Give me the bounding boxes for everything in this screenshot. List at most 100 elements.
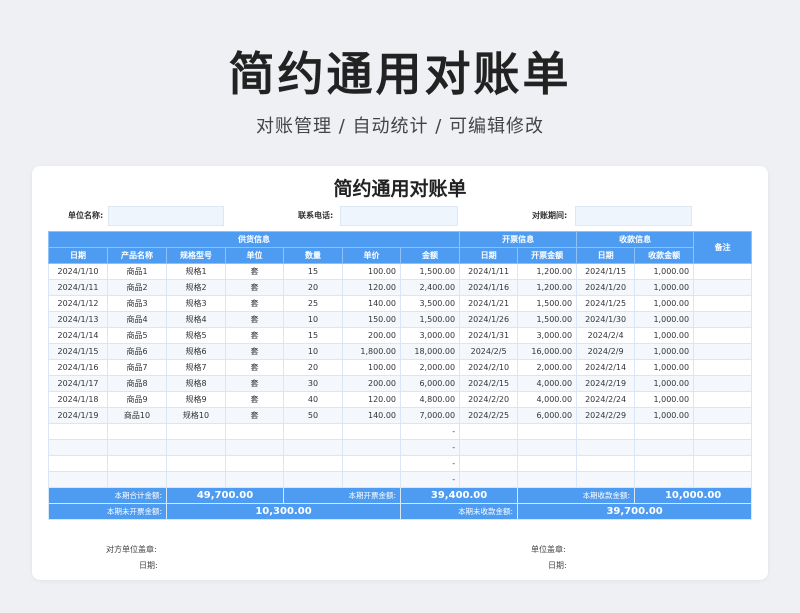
table-cell[interactable] bbox=[342, 455, 401, 472]
table-cell[interactable]: 2024/2/24 bbox=[576, 391, 636, 408]
table-cell[interactable]: 30 bbox=[283, 375, 343, 392]
remark-cell[interactable] bbox=[693, 455, 753, 472]
table-cell[interactable]: 套 bbox=[225, 295, 284, 312]
table-cell[interactable]: 套 bbox=[225, 375, 284, 392]
table-cell[interactable]: 1,000.00 bbox=[634, 343, 695, 360]
period-field[interactable] bbox=[575, 206, 692, 226]
table-cell[interactable]: 规格6 bbox=[166, 343, 226, 360]
table-cell[interactable]: 10 bbox=[283, 311, 343, 328]
table-cell[interactable]: 25 bbox=[283, 295, 343, 312]
table-cell[interactable]: 7,000.00 bbox=[399, 407, 461, 424]
table-cell[interactable] bbox=[107, 423, 167, 440]
table-cell[interactable]: 100.00 bbox=[342, 359, 401, 376]
table-cell[interactable]: 2,400.00 bbox=[399, 279, 461, 296]
remark-cell[interactable] bbox=[693, 471, 753, 488]
table-cell[interactable] bbox=[634, 471, 695, 488]
table-cell[interactable]: 2024/2/25 bbox=[459, 407, 519, 424]
table-cell[interactable]: 2,000.00 bbox=[517, 359, 578, 376]
table-cell[interactable] bbox=[48, 423, 108, 440]
table-cell[interactable]: 10 bbox=[283, 343, 343, 360]
table-cell[interactable]: 1,000.00 bbox=[634, 311, 695, 328]
table-cell[interactable] bbox=[517, 455, 578, 472]
table-cell[interactable] bbox=[576, 423, 636, 440]
table-cell[interactable]: 2024/1/21 bbox=[459, 295, 519, 312]
table-cell[interactable]: 1,000.00 bbox=[634, 263, 695, 280]
table-cell[interactable]: 商品1 bbox=[107, 263, 167, 280]
table-cell[interactable]: - bbox=[399, 423, 461, 440]
table-cell[interactable]: 商品9 bbox=[107, 391, 167, 408]
table-cell[interactable]: 1,200.00 bbox=[517, 263, 578, 280]
table-cell[interactable]: 规格2 bbox=[166, 279, 226, 296]
table-cell[interactable] bbox=[283, 423, 343, 440]
table-cell[interactable]: 1,000.00 bbox=[634, 295, 695, 312]
table-cell[interactable]: 2024/1/13 bbox=[48, 311, 108, 328]
table-cell[interactable]: 规格10 bbox=[166, 407, 226, 424]
table-cell[interactable]: 2024/2/20 bbox=[459, 391, 519, 408]
table-cell[interactable] bbox=[225, 455, 284, 472]
table-cell[interactable]: 1,500.00 bbox=[517, 311, 578, 328]
table-cell[interactable] bbox=[342, 423, 401, 440]
table-cell[interactable]: 2024/2/29 bbox=[576, 407, 636, 424]
table-cell[interactable]: 1,000.00 bbox=[634, 279, 695, 296]
table-cell[interactable]: 15 bbox=[283, 263, 343, 280]
table-cell[interactable]: 商品3 bbox=[107, 295, 167, 312]
table-cell[interactable]: 120.00 bbox=[342, 279, 401, 296]
table-cell[interactable]: 2024/1/20 bbox=[576, 279, 636, 296]
table-cell[interactable]: 1,500.00 bbox=[399, 263, 461, 280]
table-cell[interactable]: 1,500.00 bbox=[517, 295, 578, 312]
table-cell[interactable] bbox=[225, 423, 284, 440]
table-cell[interactable]: 规格3 bbox=[166, 295, 226, 312]
table-cell[interactable] bbox=[283, 455, 343, 472]
table-cell[interactable]: 4,800.00 bbox=[399, 391, 461, 408]
table-cell[interactable]: 2024/2/5 bbox=[459, 343, 519, 360]
table-cell[interactable] bbox=[107, 455, 167, 472]
phone-field[interactable] bbox=[340, 206, 458, 226]
table-cell[interactable] bbox=[576, 471, 636, 488]
table-cell[interactable] bbox=[459, 439, 519, 456]
table-cell[interactable] bbox=[634, 439, 695, 456]
table-cell[interactable]: 4,000.00 bbox=[517, 391, 578, 408]
table-cell[interactable]: 3,000.00 bbox=[517, 327, 578, 344]
remark-cell[interactable] bbox=[693, 375, 753, 392]
table-cell[interactable] bbox=[166, 439, 226, 456]
table-cell[interactable]: 2024/1/11 bbox=[48, 279, 108, 296]
table-cell[interactable] bbox=[166, 455, 226, 472]
table-cell[interactable]: 商品2 bbox=[107, 279, 167, 296]
table-cell[interactable]: - bbox=[399, 455, 461, 472]
table-cell[interactable]: 2024/2/14 bbox=[576, 359, 636, 376]
table-cell[interactable] bbox=[166, 471, 226, 488]
table-cell[interactable] bbox=[459, 423, 519, 440]
remark-cell[interactable] bbox=[693, 407, 753, 424]
table-cell[interactable] bbox=[107, 439, 167, 456]
table-cell[interactable]: 2024/2/10 bbox=[459, 359, 519, 376]
table-cell[interactable] bbox=[166, 423, 226, 440]
table-cell[interactable]: 40 bbox=[283, 391, 343, 408]
table-cell[interactable]: 2024/1/16 bbox=[48, 359, 108, 376]
remark-cell[interactable] bbox=[693, 343, 753, 360]
table-cell[interactable]: 50 bbox=[283, 407, 343, 424]
table-cell[interactable]: 2024/1/19 bbox=[48, 407, 108, 424]
table-cell[interactable]: 套 bbox=[225, 391, 284, 408]
table-cell[interactable]: 1,000.00 bbox=[634, 327, 695, 344]
table-cell[interactable]: 20 bbox=[283, 359, 343, 376]
table-cell[interactable] bbox=[517, 423, 578, 440]
table-cell[interactable]: 2024/1/30 bbox=[576, 311, 636, 328]
table-cell[interactable]: 规格4 bbox=[166, 311, 226, 328]
table-cell[interactable] bbox=[459, 455, 519, 472]
table-cell[interactable]: 2024/1/16 bbox=[459, 279, 519, 296]
table-cell[interactable]: 商品10 bbox=[107, 407, 167, 424]
table-cell[interactable]: 2024/2/4 bbox=[576, 327, 636, 344]
table-cell[interactable] bbox=[48, 471, 108, 488]
table-cell[interactable]: 套 bbox=[225, 327, 284, 344]
table-cell[interactable]: 18,000.00 bbox=[399, 343, 461, 360]
table-cell[interactable]: 1,000.00 bbox=[634, 407, 695, 424]
table-cell[interactable]: 2024/2/9 bbox=[576, 343, 636, 360]
table-cell[interactable] bbox=[459, 471, 519, 488]
table-cell[interactable]: 商品6 bbox=[107, 343, 167, 360]
table-cell[interactable]: 套 bbox=[225, 407, 284, 424]
remark-cell[interactable] bbox=[693, 423, 753, 440]
table-cell[interactable] bbox=[48, 439, 108, 456]
table-cell[interactable] bbox=[48, 455, 108, 472]
table-cell[interactable]: 1,500.00 bbox=[399, 311, 461, 328]
table-cell[interactable]: 规格1 bbox=[166, 263, 226, 280]
